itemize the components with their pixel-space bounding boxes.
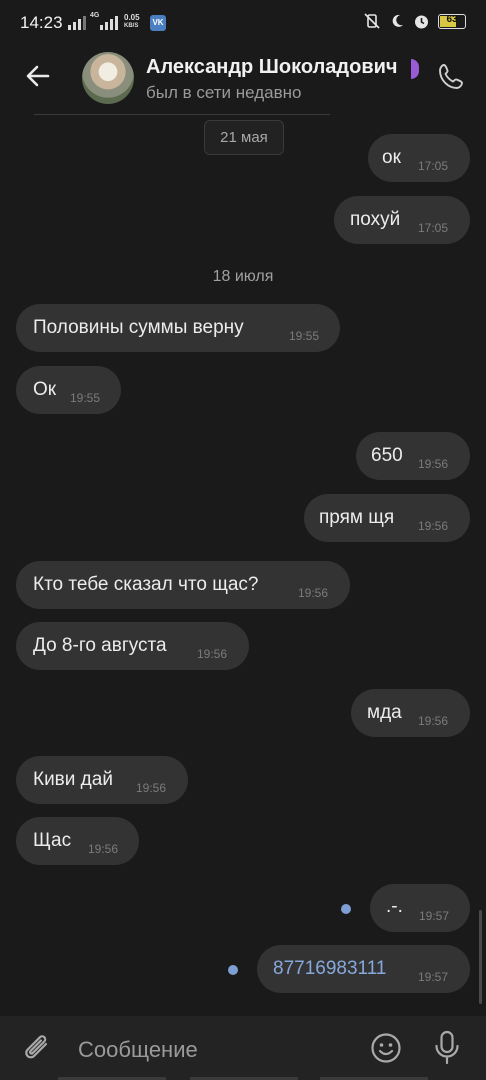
header-divider: [34, 114, 330, 115]
unread-indicator: [341, 904, 351, 914]
message-time: 19:56: [418, 714, 449, 728]
message-time: 19:56: [418, 519, 449, 533]
signal-icon-2: [100, 14, 118, 30]
message-time: 17:05: [418, 159, 449, 173]
status-bar: 14:23 4G 0.05 KB/S VK 63: [0, 0, 486, 48]
message-time: 19:55: [70, 391, 101, 405]
vk-icon: VK: [150, 15, 166, 31]
message-time: 17:05: [418, 221, 449, 235]
contact-presence: был в сети недавно: [146, 83, 302, 102]
message-outgoing[interactable]: мда 19:56: [351, 689, 470, 737]
chat-header: Александр Шоколадович был в сети недавно: [0, 48, 486, 114]
message-incoming[interactable]: Кто тебе сказал что щас? 19:56: [16, 561, 350, 609]
message-outgoing[interactable]: .-. 19:57: [370, 884, 470, 932]
message-incoming[interactable]: Ок 19:55: [16, 366, 121, 414]
paperclip-icon[interactable]: [22, 1032, 54, 1066]
arrow-left-icon[interactable]: [22, 60, 54, 92]
message-time: 19:55: [289, 329, 320, 343]
message-input[interactable]: [76, 1032, 350, 1068]
battery-icon: 63: [438, 13, 466, 29]
microphone-icon[interactable]: [432, 1030, 462, 1066]
message-incoming[interactable]: Половины суммы верну 19:55: [16, 304, 340, 352]
signal-icon: [68, 14, 86, 30]
status-time: 14:23: [20, 13, 63, 32]
message-outgoing[interactable]: 650 19:56: [356, 432, 470, 480]
message-time: 19:56: [298, 586, 329, 600]
phone-icon[interactable]: [436, 62, 466, 92]
message-outgoing[interactable]: похуй 17:05: [334, 196, 470, 244]
message-time: 19:56: [136, 781, 167, 795]
message-time: 19:56: [88, 842, 119, 856]
scrollbar[interactable]: [479, 910, 482, 1004]
contact-name[interactable]: Александр Шоколадович: [146, 56, 398, 79]
vibrate-off-icon: [364, 13, 380, 29]
message-time: 19:56: [418, 457, 449, 471]
composer-bar: [0, 1016, 486, 1080]
unread-indicator: [228, 965, 238, 975]
date-separator: 21 мая: [204, 120, 284, 155]
message-incoming[interactable]: До 8-го августа 19:56: [16, 622, 249, 670]
verified-badge: [411, 59, 419, 79]
moon-icon: [392, 14, 403, 27]
message-time: 19:57: [419, 909, 450, 923]
alarm-icon: [415, 15, 428, 28]
phone-link[interactable]: 87716983111: [273, 958, 386, 980]
message-incoming[interactable]: Щас 19:56: [16, 817, 139, 865]
status-icons: 63: [363, 12, 466, 30]
message-time: 19:56: [197, 647, 228, 661]
message-outgoing[interactable]: 87716983111 19:57: [257, 945, 470, 993]
date-separator: 18 июля: [212, 268, 274, 285]
message-time: 19:57: [418, 970, 449, 984]
smiley-icon[interactable]: [370, 1032, 402, 1064]
message-incoming[interactable]: Киви дай 19:56: [16, 756, 188, 804]
message-outgoing[interactable]: ок 17:05: [368, 134, 470, 182]
network-type: 4G: [90, 12, 100, 19]
net-speed: 0.05 KB/S: [124, 13, 140, 30]
avatar[interactable]: [82, 52, 134, 104]
message-outgoing[interactable]: прям щя 19:56: [304, 494, 470, 542]
